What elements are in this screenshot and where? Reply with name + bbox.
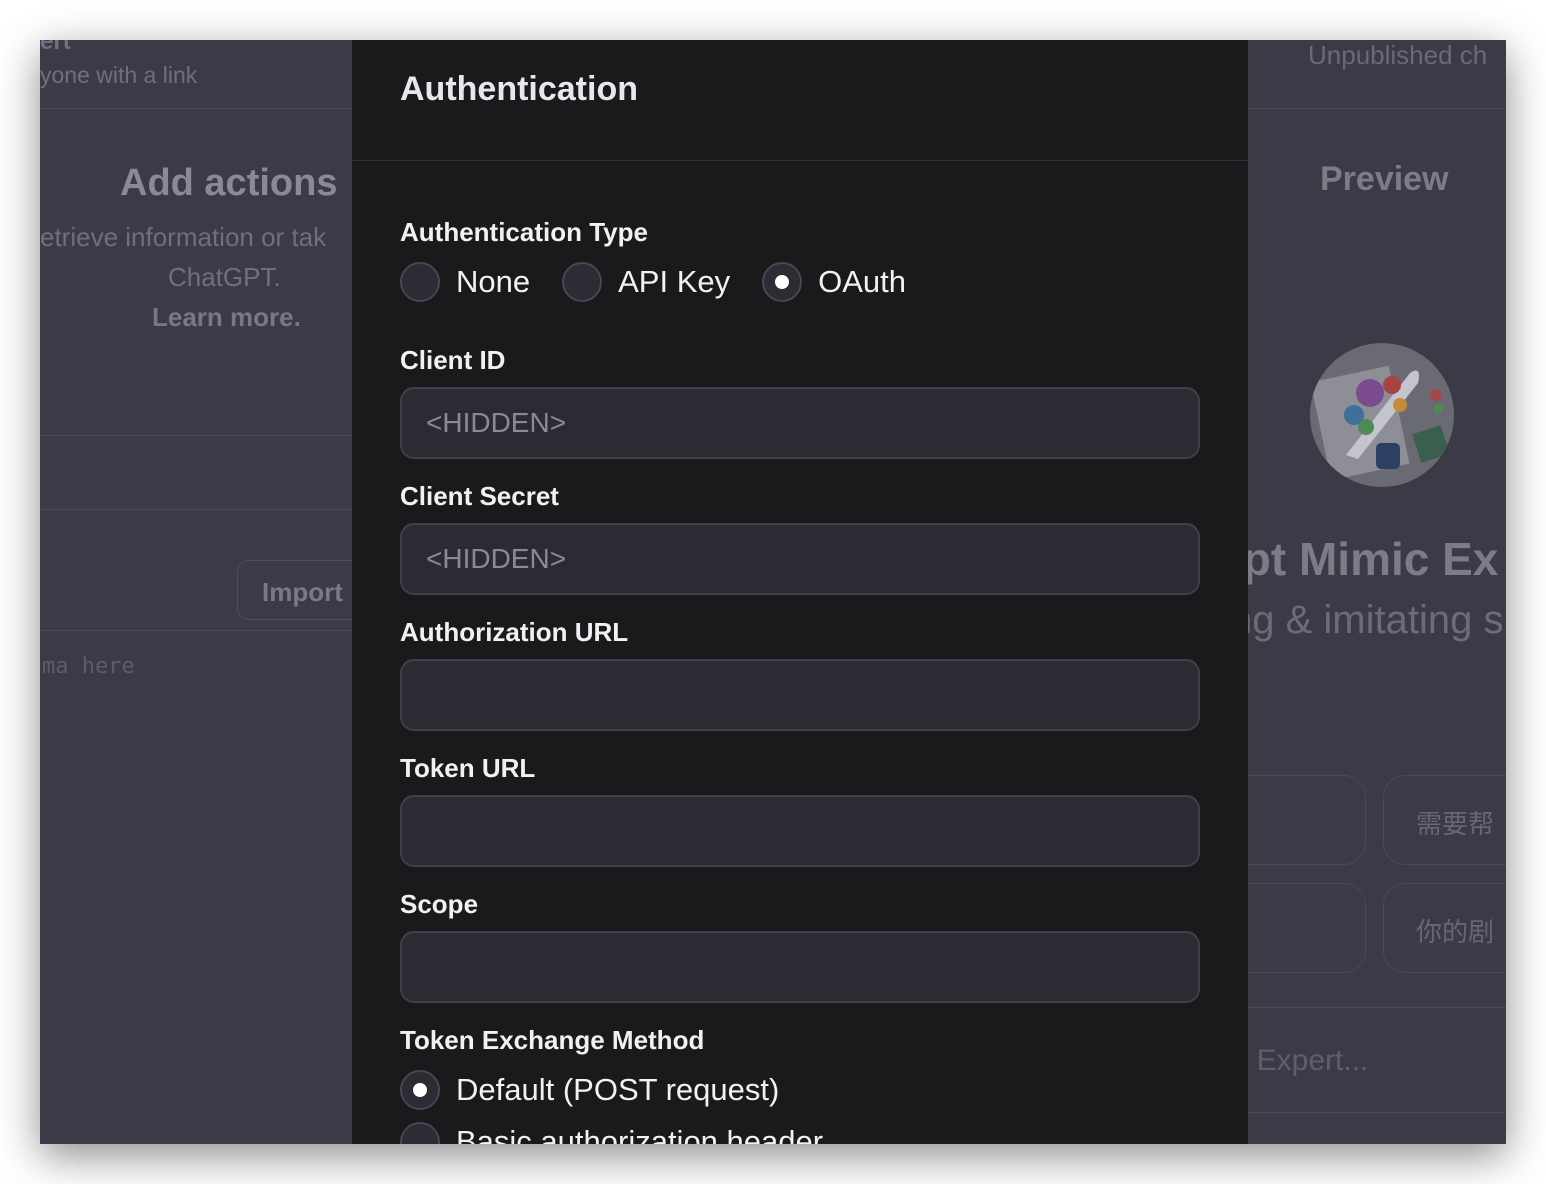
authentication-modal: Authentication Authentication Type None … [352,40,1248,1144]
token-exchange-default-option[interactable]: Default (POST request) [400,1070,823,1110]
divider [40,509,352,510]
radio-basic-auth[interactable] [400,1122,440,1144]
radio-label: OAuth [818,264,906,299]
client-secret-label: Client Secret [400,481,559,511]
radio-label: API Key [618,264,731,299]
auth-type-radio-group: None API Key OAuth [400,262,938,302]
share-setting: yone with a link [40,62,198,88]
radio-label: Default (POST request) [456,1072,780,1107]
publish-status: Unpublished ch [1308,40,1488,70]
schema-placeholder[interactable]: ma here [42,654,135,679]
token-exchange-label: Token Exchange Method [400,1025,705,1055]
radio-oauth[interactable] [762,262,803,302]
radio-default-post[interactable] [400,1070,440,1110]
quill-ink-illustration-icon [1310,343,1454,487]
client-secret-input[interactable] [400,523,1200,595]
conversation-starter-card[interactable]: 你的剧 [1383,883,1506,973]
radio-label: Basic authorization header [456,1124,824,1144]
divider [1248,1112,1506,1113]
auth-type-oauth-option[interactable]: OAuth [762,262,906,302]
auth-type-api-key-option[interactable]: API Key [562,262,730,302]
token-exchange-radio-group: Default (POST request) Basic authorizati… [400,1070,855,1144]
gpt-avatar [1310,343,1454,487]
modal-title: Authentication [400,70,638,108]
scope-label: Scope [400,889,479,919]
token-url-input[interactable] [400,795,1200,867]
divider [1248,1007,1506,1008]
add-actions-description: etrieve information or tak [40,222,327,252]
add-actions-title: Add actions [120,162,338,204]
divider [40,435,352,436]
authorization-url-input[interactable] [400,659,1200,731]
divider [1248,108,1506,109]
share-title-fragment: ert [40,40,71,55]
learn-more-link[interactable]: Learn more. [152,302,301,333]
gpt-name: ipt Mimic Ex [1230,533,1499,585]
token-exchange-basic-option[interactable]: Basic authorization header [400,1122,823,1144]
client-id-label: Client ID [400,345,506,375]
auth-type-none-option[interactable]: None [400,262,530,302]
preview-title: Preview [1320,160,1449,198]
client-id-input[interactable] [400,387,1200,459]
starter-text: 需要帮 [1416,809,1495,839]
token-url-label: Token URL [400,753,536,783]
modal-header: Authentication [352,40,1248,161]
authorization-url-label: Authorization URL [400,617,629,647]
divider [40,630,352,631]
radio-label: None [456,264,531,299]
scope-input[interactable] [400,931,1200,1003]
radio-none[interactable] [400,262,440,302]
add-actions-description-2: ChatGPT. [168,262,281,292]
gpt-description: ng & imitating s [1230,598,1504,642]
message-input-placeholder[interactable]: : Expert... [1240,1044,1368,1078]
conversation-starter-card[interactable]: 需要帮 [1383,775,1506,865]
gpt-editor-window: ert yone with a link Add actions etrieve… [40,40,1506,1144]
radio-api-key[interactable] [562,262,603,302]
divider [40,108,352,109]
auth-type-label: Authentication Type [400,217,648,247]
starter-text: 你的剧 [1416,917,1495,947]
